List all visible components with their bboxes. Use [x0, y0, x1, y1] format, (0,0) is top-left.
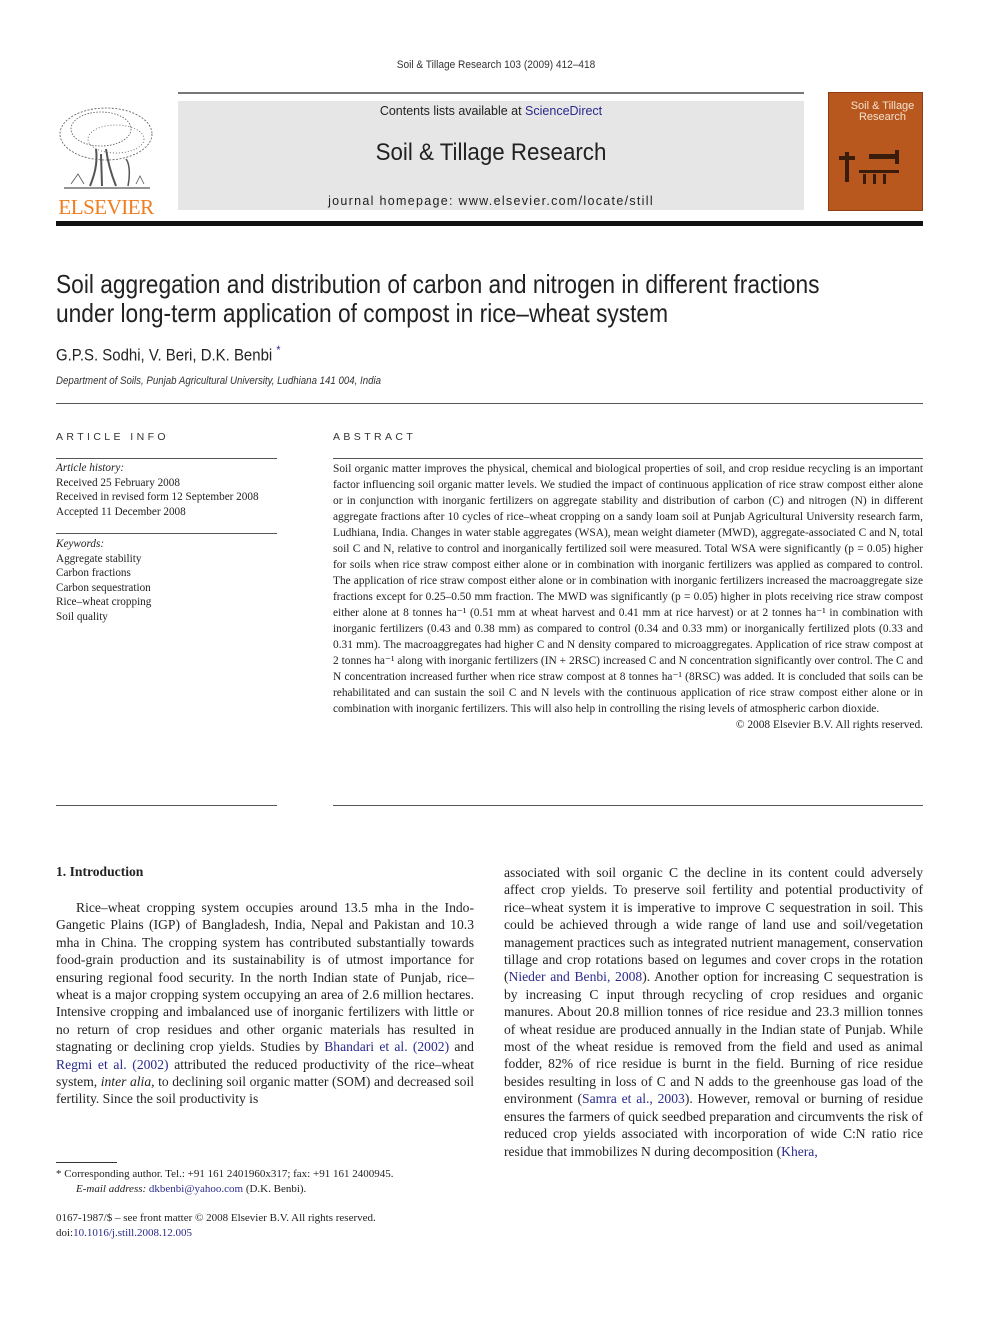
intro-paragraph: Rice–wheat cropping system occupies arou… — [56, 899, 474, 1108]
email-suffix: (D.K. Benbi). — [243, 1182, 307, 1195]
citation-nieder[interactable]: Nieder and Benbi, 2008 — [509, 969, 643, 984]
contents-prefix: Contents lists available at — [379, 104, 526, 118]
keywords-rule — [56, 533, 277, 534]
article-info-rule — [56, 458, 277, 459]
article-title-line-2: under long-term application of compost i… — [56, 298, 669, 328]
text-run: ). Another option for increasing C seque… — [504, 969, 923, 1107]
journal-cover[interactable]: Soil & Tillage Research — [828, 92, 923, 211]
header-thick-rule — [56, 221, 923, 226]
keyword: Rice–wheat cropping — [56, 596, 152, 608]
keyword: Carbon sequestration — [56, 581, 151, 594]
keyword: Aggregate stability — [56, 552, 142, 565]
elsevier-wordmark: ELSEVIER — [58, 195, 154, 219]
abstract-bottom-rule — [333, 805, 923, 806]
article-info-heading: ARTICLE INFO — [56, 431, 169, 443]
sciencedirect-link[interactable]: ScienceDirect — [525, 104, 602, 118]
keywords: Keywords: Aggregate stability Carbon fra… — [56, 537, 277, 624]
running-head: Soil & Tillage Research 103 (2009) 412–4… — [396, 59, 596, 71]
front-matter-line: 0167-1987/$ – see front matter © 2008 El… — [56, 1212, 376, 1224]
cover-title: Soil & Tillage Research — [850, 100, 915, 123]
footnote: * Corresponding author. Tel.: +91 161 24… — [56, 1167, 486, 1196]
journal-title: Soil & Tillage Research — [375, 139, 607, 166]
corresponding-author-marker[interactable]: * — [276, 343, 280, 357]
elsevier-logo[interactable]: ELSEVIER — [56, 104, 156, 218]
corresponding-author-note: * Corresponding author. Tel.: +91 161 24… — [56, 1168, 394, 1180]
text-run-italic: inter alia — [100, 1074, 152, 1090]
keyword: Carbon fractions — [56, 567, 131, 579]
citation-regmi[interactable]: Regmi et al. (2002) — [56, 1057, 169, 1072]
front-matter: 0167-1987/$ – see front matter © 2008 El… — [56, 1211, 486, 1241]
intro-paragraph-continued: associated with soil organic C the decli… — [504, 864, 923, 1160]
header-rule — [178, 92, 804, 94]
text-run: and — [449, 1039, 474, 1055]
section-divider — [56, 403, 923, 404]
text-run: Rice–wheat cropping system occupies arou… — [56, 900, 474, 1055]
abstract-copyright: © 2008 Elsevier B.V. All rights reserved… — [735, 719, 923, 731]
abstract-text: Soil organic matter improves the physica… — [333, 463, 923, 715]
cover-petroglyph-icon — [839, 150, 899, 184]
email-link[interactable]: dkbenbi@yahoo.com — [149, 1183, 243, 1195]
contents-line: Contents lists available at ScienceDirec… — [178, 104, 804, 118]
citation-samra[interactable]: Samra et al., 2003 — [582, 1091, 685, 1106]
citation-bhandari[interactable]: Bhandari et al. (2002) — [324, 1039, 449, 1054]
history-received: Received 25 February 2008 — [56, 476, 180, 489]
body-column-right: associated with soil organic C the decli… — [504, 864, 923, 1160]
section-heading-introduction: 1. Introduction — [56, 864, 144, 879]
email-label: E-mail address: — [76, 1182, 147, 1195]
article-title-line-1: Soil aggregation and distribution of car… — [56, 269, 820, 299]
body-column-left: Rice–wheat cropping system occupies arou… — [56, 899, 474, 1108]
email-line: E-mail address: dkbenbi@yahoo.com (D.K. … — [56, 1182, 486, 1197]
elsevier-tree-icon — [59, 107, 153, 189]
abstract-heading: ABSTRACT — [333, 431, 417, 443]
doi-prefix: doi: — [56, 1227, 74, 1239]
doi-link[interactable]: 10.1016/j.still.2008.12.005 — [73, 1227, 192, 1239]
history-accepted: Accepted 11 December 2008 — [56, 505, 186, 518]
journal-homepage[interactable]: journal homepage: www.elsevier.com/locat… — [178, 194, 804, 208]
article-title: Soil aggregation and distribution of car… — [56, 269, 820, 328]
citation-khera[interactable]: Khera, — [781, 1144, 818, 1159]
article-history-label: Article history: — [56, 462, 125, 474]
article-history: Article history: Received 25 February 20… — [56, 461, 277, 519]
journal-banner: Contents lists available at ScienceDirec… — [178, 101, 804, 210]
keyword: Soil quality — [56, 610, 108, 623]
article-info-bottom-rule — [56, 805, 277, 806]
history-revised: Received in revised form 12 September 20… — [56, 491, 259, 503]
abstract: Soil organic matter improves the physica… — [333, 461, 923, 733]
abstract-rule — [333, 458, 923, 459]
keywords-label: Keywords: — [56, 538, 105, 550]
author-list: G.P.S. Sodhi, V. Beri, D.K. Benbi * — [56, 343, 280, 366]
footnote-rule — [56, 1162, 117, 1163]
authors: G.P.S. Sodhi, V. Beri, D.K. Benbi — [56, 345, 273, 365]
affiliation: Department of Soils, Punjab Agricultural… — [56, 375, 382, 387]
doi-line: doi:10.1016/j.still.2008.12.005 — [56, 1226, 486, 1241]
text-run: associated with soil organic C the decli… — [504, 865, 923, 985]
